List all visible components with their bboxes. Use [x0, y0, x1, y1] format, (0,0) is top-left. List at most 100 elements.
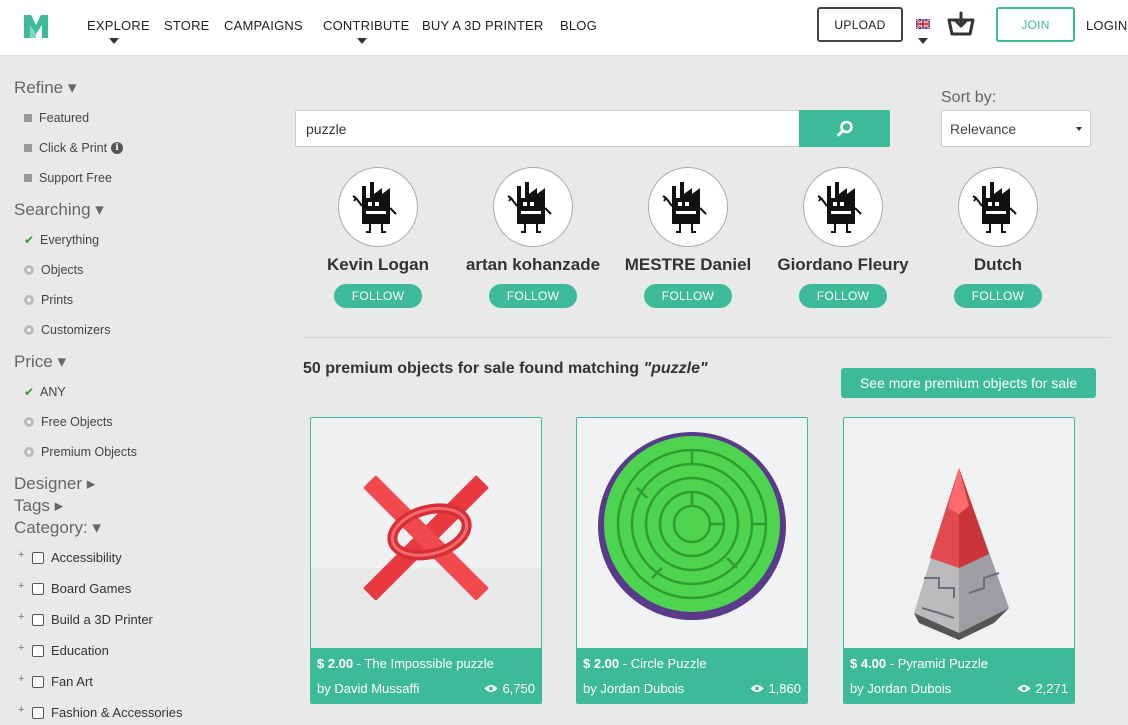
category-checkbox[interactable] [32, 551, 44, 564]
product-views: 1,860 [750, 681, 801, 696]
follow-button[interactable]: FOLLOW [954, 284, 1042, 308]
category-checkbox[interactable] [32, 582, 44, 595]
expand-plus-icon[interactable]: + [18, 673, 32, 685]
explore-caret-icon[interactable] [109, 38, 119, 44]
nav-blog[interactable]: BLOG [560, 18, 597, 33]
product-author[interactable]: by David Mussaffi [317, 681, 419, 696]
tags-heading[interactable]: Tags ▸ [14, 496, 63, 516]
search-button[interactable] [799, 110, 890, 147]
designer-name[interactable]: Dutch [923, 255, 1073, 275]
uk-flag-icon[interactable] [916, 19, 930, 29]
refine-heading[interactable]: Refine ▾ [14, 78, 76, 98]
category-heading[interactable]: Category: ▾ [14, 518, 101, 538]
search-input[interactable]: puzzle [295, 110, 799, 147]
radio-icon [24, 447, 34, 457]
myminifactory-logo-icon[interactable] [22, 12, 50, 40]
radio-icon [24, 265, 34, 275]
top-header: EXPLORE STORE CAMPAIGNS CONTRIBUTE BUY A… [0, 0, 1128, 56]
avatar[interactable] [648, 167, 728, 247]
product-title[interactable]: $ 4.00 - Pyramid Puzzle [850, 656, 988, 671]
product-author[interactable]: by Jordan Dubois [850, 681, 951, 696]
nav-buy-printer[interactable]: BUY A 3D PRINTER [422, 18, 543, 33]
expand-plus-icon[interactable]: + [18, 549, 32, 561]
designer-heading[interactable]: Designer ▸ [14, 474, 95, 494]
price-premium[interactable]: Premium Objects [24, 445, 137, 459]
price-any[interactable]: ✔ ANY [24, 385, 66, 399]
factory-mascot-icon [817, 182, 862, 233]
product-card[interactable]: $ 4.00 - Pyramid Puzzle by Jordan Dubois… [843, 417, 1075, 704]
searching-heading[interactable]: Searching ▾ [14, 200, 104, 220]
price-free[interactable]: Free Objects [24, 415, 113, 429]
eye-icon [750, 685, 764, 692]
designer-name[interactable]: Giordano Fleury [768, 255, 918, 275]
join-button[interactable]: JOIN [996, 7, 1075, 42]
sort-select[interactable]: Relevance [941, 110, 1091, 147]
info-icon[interactable]: i [111, 142, 124, 154]
nav-store[interactable]: STORE [164, 18, 210, 33]
product-views: 2,271 [1017, 681, 1068, 696]
avatar[interactable] [338, 167, 418, 247]
searching-prints[interactable]: Prints [24, 293, 73, 307]
searching-customizers[interactable]: Customizers [24, 323, 110, 337]
product-image-circle-puzzle[interactable] [577, 418, 807, 649]
radio-icon [24, 295, 34, 305]
price-heading[interactable]: Price ▾ [14, 352, 66, 372]
avatar[interactable] [803, 167, 883, 247]
category-checkbox[interactable] [32, 675, 44, 688]
designer-name[interactable]: Kevin Logan [303, 255, 453, 275]
category-board-games[interactable]: + Board Games [18, 580, 131, 597]
filter-click-print[interactable]: Click & Print i [24, 141, 124, 155]
designer-card[interactable]: Kevin Logan FOLLOW [303, 167, 453, 308]
product-card[interactable]: $ 2.00 - Circle Puzzle by Jordan Dubois … [576, 417, 808, 704]
product-image-pyramid-puzzle[interactable] [844, 418, 1074, 649]
category-fan-art[interactable]: + Fan Art [18, 673, 93, 690]
filter-support-free[interactable]: Support Free [24, 171, 112, 185]
category-checkbox[interactable] [32, 644, 44, 657]
category-education[interactable]: + Education [18, 642, 109, 659]
factory-mascot-icon [507, 182, 552, 233]
expand-plus-icon[interactable]: + [18, 611, 32, 623]
category-fashion[interactable]: + Fashion & Accessories [18, 704, 183, 721]
nav-explore[interactable]: EXPLORE [87, 18, 150, 33]
searching-objects[interactable]: Objects [24, 263, 83, 277]
contribute-caret-icon[interactable] [357, 38, 367, 44]
square-icon [24, 174, 32, 182]
expand-plus-icon[interactable]: + [18, 642, 32, 654]
nav-campaigns[interactable]: CAMPAIGNS [224, 18, 303, 33]
category-accessibility[interactable]: + Accessibility [18, 549, 122, 566]
expand-plus-icon[interactable]: + [18, 704, 32, 716]
search-icon [836, 120, 853, 136]
designer-card[interactable]: Giordano Fleury FOLLOW [768, 167, 918, 308]
factory-mascot-icon [972, 182, 1017, 233]
product-title[interactable]: $ 2.00 - The Impossible puzzle [317, 656, 494, 671]
follow-button[interactable]: FOLLOW [489, 284, 577, 308]
product-title[interactable]: $ 2.00 - Circle Puzzle [583, 656, 707, 671]
designer-name[interactable]: artan kohanzade [458, 255, 608, 275]
expand-plus-icon[interactable]: + [18, 580, 32, 592]
product-card[interactable]: $ 2.00 - The Impossible puzzle by David … [310, 417, 542, 704]
searching-everything[interactable]: ✔ Everything [24, 233, 99, 247]
avatar[interactable] [493, 167, 573, 247]
language-caret-icon[interactable] [918, 38, 928, 44]
designer-name[interactable]: MESTRE Daniel [613, 255, 763, 275]
follow-button[interactable]: FOLLOW [644, 284, 732, 308]
designer-card[interactable]: artan kohanzade FOLLOW [458, 167, 608, 308]
category-checkbox[interactable] [32, 706, 44, 719]
nav-contribute[interactable]: CONTRIBUTE [323, 18, 410, 33]
follow-button[interactable]: FOLLOW [799, 284, 887, 308]
cart-icon[interactable] [947, 11, 975, 37]
designer-card[interactable]: MESTRE Daniel FOLLOW [613, 167, 763, 308]
product-views: 6,750 [484, 681, 535, 696]
category-checkbox[interactable] [32, 613, 44, 626]
category-build-printer[interactable]: + Build a 3D Printer [18, 611, 153, 628]
designer-card[interactable]: Dutch FOLLOW [923, 167, 1073, 308]
product-author[interactable]: by Jordan Dubois [583, 681, 684, 696]
upload-button[interactable]: UPLOAD [817, 7, 903, 42]
follow-button[interactable]: FOLLOW [334, 284, 422, 308]
login-link[interactable]: LOGIN [1086, 18, 1127, 33]
filter-featured[interactable]: Featured [24, 111, 89, 125]
avatar[interactable] [958, 167, 1038, 247]
product-image-impossible-puzzle[interactable] [311, 418, 541, 649]
sort-value: Relevance [950, 120, 1017, 137]
see-more-premium-button[interactable]: See more premium objects for sale [841, 368, 1096, 398]
